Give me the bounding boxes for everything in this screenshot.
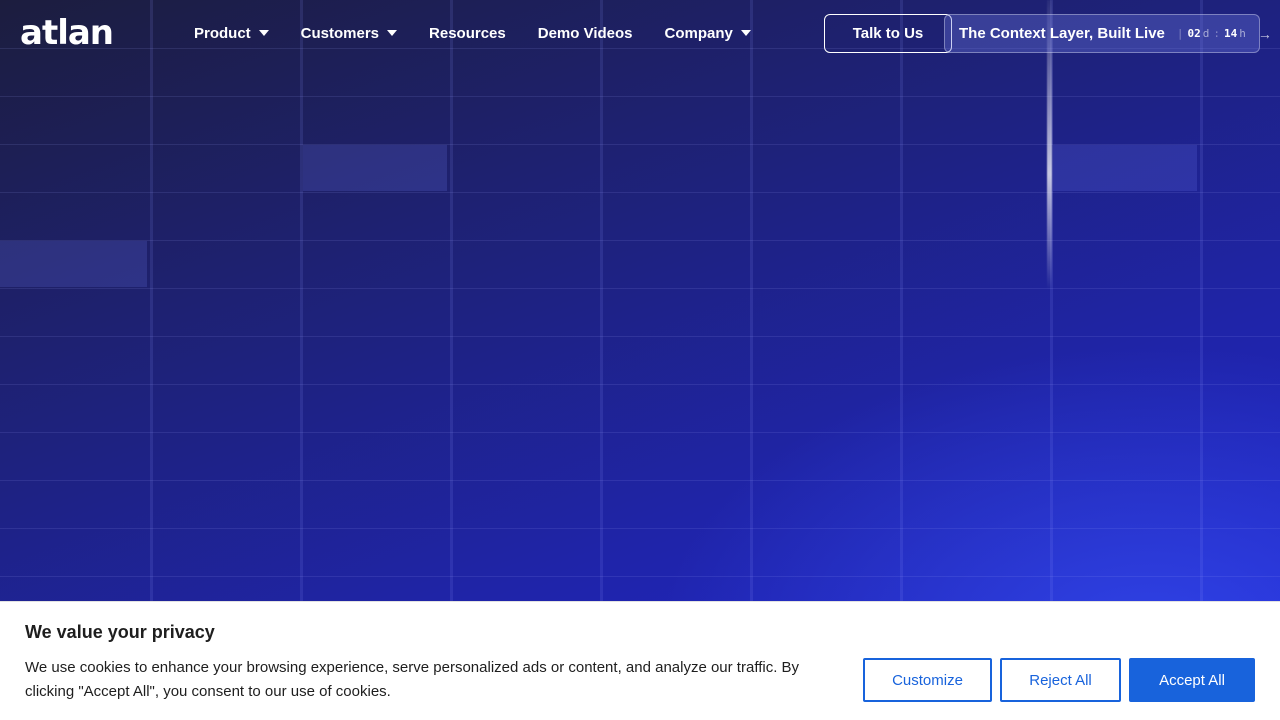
countdown-days: 02 [1187,27,1201,40]
countdown-separator: : [1213,27,1221,40]
nav-item-label: Resources [429,24,506,42]
cookie-banner: We value your privacy We use cookies to … [0,601,1280,720]
event-banner-button[interactable]: The Context Layer, Built Live | 02 d : 1… [944,14,1272,53]
top-navigation: atlan Product Customers Resources Demo V… [0,0,1280,68]
nav-item-demo-videos[interactable]: Demo Videos [538,22,633,44]
atlan-logo[interactable]: atlan [20,16,114,50]
event-label: The Context Layer, Built Live [959,25,1165,42]
reject-all-button[interactable]: Reject All [1000,658,1121,702]
nav-item-label: Company [664,24,733,42]
nav-item-product[interactable]: Product [194,22,269,44]
nav-item-resources[interactable]: Resources [429,22,506,44]
caret-down-icon [740,30,751,36]
cookie-description: We use cookies to enhance your browsing … [25,659,800,700]
caret-down-icon [387,30,398,36]
cookie-title: We value your privacy [25,622,215,642]
nav-item-customers[interactable]: Customers [300,22,398,44]
nav-menu: Product Customers Resources Demo Videos … [194,22,751,44]
talk-to-us-button[interactable]: Talk to Us [824,14,952,53]
countdown-days-unit: d [1202,27,1210,40]
nav-item-label: Demo Videos [537,24,633,42]
nav-item-company[interactable]: Company [665,22,751,44]
accept-all-button[interactable]: Accept All [1129,658,1255,702]
caret-down-icon [258,30,269,36]
countdown-hours-unit: h [1239,27,1246,40]
customize-button[interactable]: Customize [863,658,992,702]
nav-item-label: Customers [300,24,380,42]
countdown-hours: 14 [1224,27,1238,40]
countdown-separator: | [1176,27,1184,40]
arrow-right-icon: → [1257,25,1272,42]
countdown-timer: | 02 d : 14 h [1175,27,1246,40]
nav-item-label: Product [194,24,251,42]
